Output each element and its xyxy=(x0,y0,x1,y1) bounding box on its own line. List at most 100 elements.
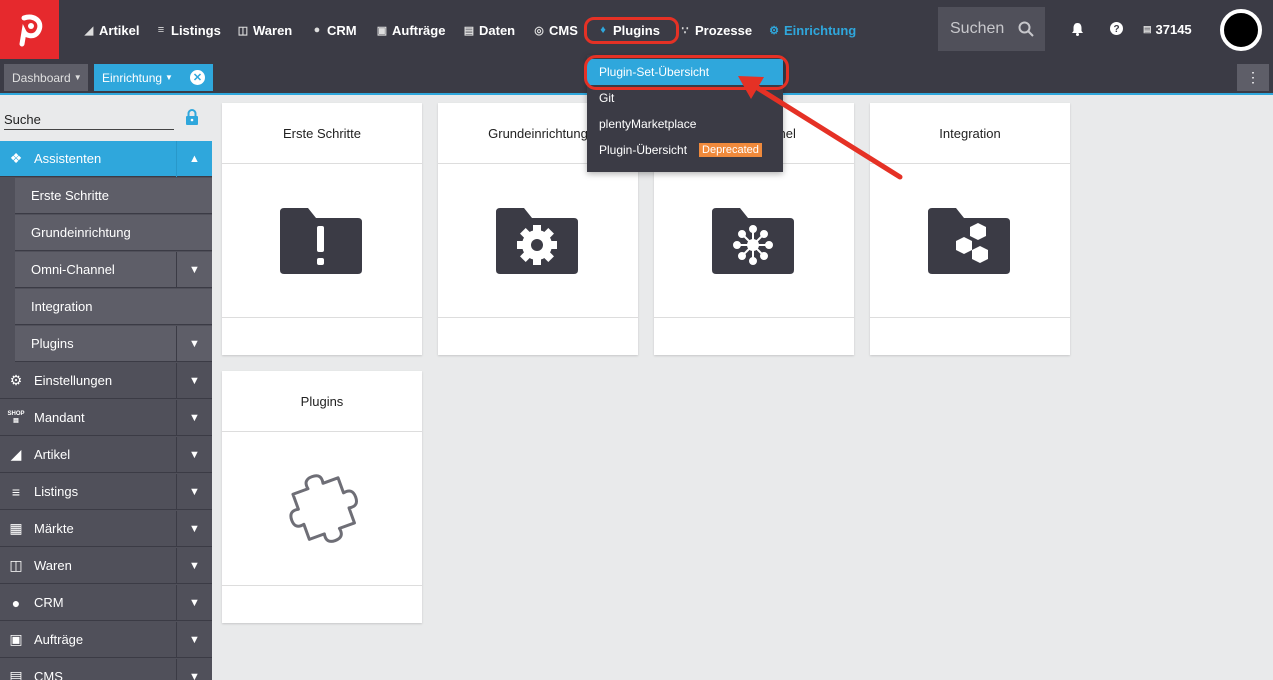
sidebar-item-mandant[interactable]: SHOP ▤ Mandant ▼ xyxy=(0,400,212,436)
nav-prozesse[interactable]: ∵ Prozesse xyxy=(680,20,753,40)
account-id[interactable]: ▤ 37145 xyxy=(1143,22,1192,37)
avatar[interactable] xyxy=(1220,9,1262,51)
sidebar-item-crm[interactable]: ● CRM ▼ xyxy=(0,585,212,621)
flow-icon: ∵ xyxy=(681,24,689,37)
sidebar-search-input[interactable]: Suche xyxy=(4,112,174,130)
nav-einrichtung[interactable]: ⚙ Einrichtung xyxy=(769,20,856,40)
card-plugins[interactable]: Plugins xyxy=(222,371,422,623)
chevron-up-icon[interactable]: ▲ xyxy=(176,141,212,177)
sidebar-item-label: Integration xyxy=(31,299,93,314)
lock-icon[interactable] xyxy=(185,109,199,129)
database-icon: ▤ xyxy=(463,24,475,37)
caret-down-icon: ▼ xyxy=(165,73,173,82)
bell-icon[interactable] xyxy=(1071,22,1084,39)
gear-icon: ⚙ xyxy=(769,24,779,37)
sidebar-item-label: Artikel xyxy=(34,447,71,462)
chevron-down-icon[interactable]: ▼ xyxy=(176,585,212,621)
puzzle-outline-icon xyxy=(289,474,358,543)
card-divider xyxy=(870,317,1070,318)
chevron-down-icon[interactable]: ▼ xyxy=(176,548,212,584)
nav-listings[interactable]: ≡ Listings xyxy=(156,20,221,40)
menu-item-label: plentyMarketplace xyxy=(599,117,697,131)
help-icon[interactable]: ? xyxy=(1110,22,1123,38)
sidebar-item-label: Listings xyxy=(34,484,79,499)
card-divider xyxy=(222,585,422,586)
sidebar-item-listings[interactable]: ≡ Listings ▼ xyxy=(0,474,212,510)
sidebar-item-grundeinrichtung[interactable]: Grundeinrichtung xyxy=(15,215,212,251)
nav-label: CRM xyxy=(327,22,357,38)
sidebar-item-erste-schritte[interactable]: Erste Schritte xyxy=(15,178,212,214)
folder-gear-icon xyxy=(496,208,578,274)
card-divider xyxy=(438,317,638,318)
chevron-down-icon[interactable]: ▼ xyxy=(176,437,212,473)
nav-label: Waren xyxy=(253,22,293,38)
plentymarkets-logo[interactable] xyxy=(0,0,59,59)
nav-waren[interactable]: ◫ Waren xyxy=(238,20,292,40)
caret-down-icon: ▼ xyxy=(73,73,82,82)
nav-daten[interactable]: ▤ Daten xyxy=(464,20,515,40)
sidebar-item-auftraege[interactable]: ▣ Aufträge ▼ xyxy=(0,622,212,658)
nav-auftraege[interactable]: ▣ Aufträge xyxy=(377,20,446,40)
listings-icon: ≡ xyxy=(157,24,165,36)
chevron-down-icon[interactable]: ▼ xyxy=(176,474,212,510)
close-icon[interactable]: ✕ xyxy=(190,70,205,85)
global-search[interactable]: Suchen xyxy=(938,7,1045,51)
folder-network-icon xyxy=(712,208,794,274)
nav-label: Einrichtung xyxy=(784,22,857,38)
sidebar-item-cms[interactable]: ▤ CMS ▼ xyxy=(0,659,212,680)
tag-icon: ◢ xyxy=(84,24,94,37)
users-icon: ● xyxy=(11,594,21,611)
cart-icon: ▣ xyxy=(9,631,23,647)
tab-dashboard[interactable]: Dashboard ▼ xyxy=(4,64,88,91)
sidebar-item-label: Mandant xyxy=(34,410,85,425)
card-title: Plugins xyxy=(222,371,422,432)
chevron-down-icon[interactable]: ▼ xyxy=(176,511,212,547)
svg-text:?: ? xyxy=(1113,24,1119,35)
nav-label: Artikel xyxy=(99,22,140,38)
nav-label: Aufträge xyxy=(392,22,446,38)
nav-label: Daten xyxy=(479,22,516,38)
shop-icon: ▤ xyxy=(1143,24,1152,34)
sidebar-item-label: Grundeinrichtung xyxy=(31,225,131,240)
sidebar: Suche ❖ Assistenten ▲ Erste Schritte Gru… xyxy=(0,95,212,680)
nav-cms[interactable]: ◎ CMS xyxy=(534,20,578,40)
sidebar-item-maerkte[interactable]: ▦ Märkte ▼ xyxy=(0,511,212,547)
nav-artikel[interactable]: ◢ Artikel xyxy=(84,20,140,40)
sidebar-item-label: Märkte xyxy=(34,521,74,536)
chevron-down-icon[interactable]: ▼ xyxy=(176,363,212,399)
sidebar-item-omni-channel[interactable]: Omni-Channel ▼ xyxy=(15,252,212,288)
sidebar-item-label: Omni-Channel xyxy=(31,262,115,277)
sidebar-item-label: Aufträge xyxy=(34,632,84,647)
chevron-down-icon[interactable]: ▼ xyxy=(176,326,212,362)
logo-icon xyxy=(19,14,42,46)
tab-einrichtung[interactable]: Einrichtung ▼ ✕ xyxy=(94,64,213,91)
sidebar-item-waren[interactable]: ◫ Waren ▼ xyxy=(0,548,212,584)
search-placeholder: Suchen xyxy=(950,20,1005,37)
sidebar-item-assistenten[interactable]: ❖ Assistenten ▲ xyxy=(0,141,212,177)
tab-label: Einrichtung xyxy=(102,70,163,85)
sidebar-item-label: CRM xyxy=(34,595,64,610)
top-navigation-bar: ◢ Artikel ≡ Listings ◫ Waren ● CRM ▣ Auf… xyxy=(0,0,1273,59)
sidebar-item-artikel[interactable]: ◢ Artikel ▼ xyxy=(0,437,212,473)
sidebar-item-plugins[interactable]: Plugins ▼ xyxy=(15,326,212,362)
sidebar-item-label: Erste Schritte xyxy=(31,188,110,203)
nav-crm[interactable]: ● CRM xyxy=(312,20,357,40)
card-divider xyxy=(222,317,422,318)
chevron-down-icon[interactable]: ▼ xyxy=(176,252,212,288)
annotation-arrow-icon xyxy=(738,76,903,180)
more-options-icon[interactable]: ⋮ xyxy=(1237,64,1269,91)
nav-label: CMS xyxy=(549,22,578,38)
folder-exclamation-icon xyxy=(280,208,362,274)
sidebar-item-label: CMS xyxy=(34,669,63,680)
card-erste-schritte[interactable]: Erste Schritte xyxy=(222,103,422,355)
handshake-icon: ❖ xyxy=(9,150,23,166)
sidebar-item-integration[interactable]: Integration xyxy=(15,289,212,325)
sidebar-item-einstellungen[interactable]: ⚙ Einstellungen ▼ xyxy=(0,363,212,399)
users-icon: ● xyxy=(313,24,321,36)
nav-label: Prozesse xyxy=(695,22,753,38)
boxes-icon: ◫ xyxy=(9,557,23,573)
chevron-down-icon[interactable]: ▼ xyxy=(176,400,212,436)
chevron-down-icon[interactable]: ▼ xyxy=(176,659,212,680)
chevron-down-icon[interactable]: ▼ xyxy=(176,622,212,658)
sidebar-search[interactable]: Suche xyxy=(0,95,212,141)
